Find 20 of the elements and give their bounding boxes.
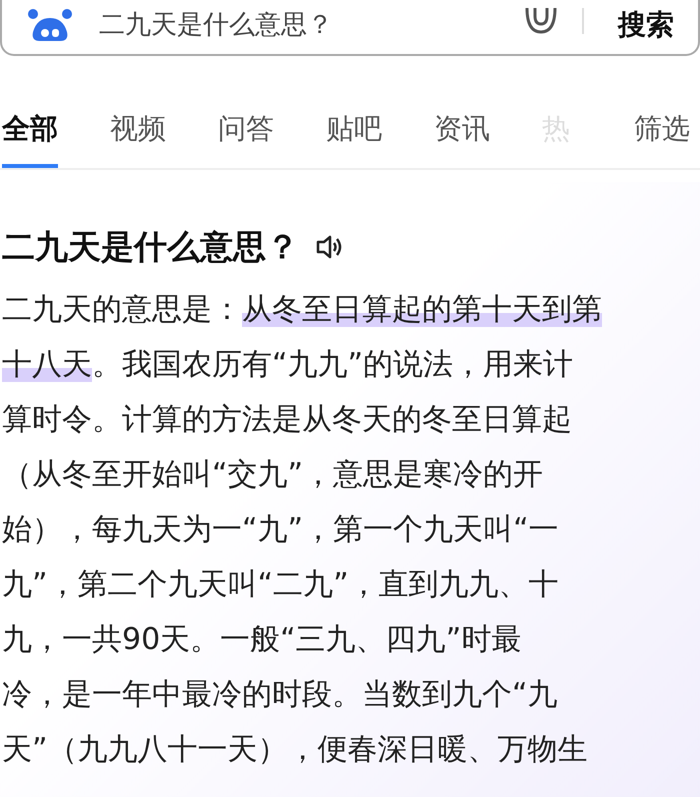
- answer-text-line: 冷，是一年中最冷的时段。当数到九个“九: [2, 676, 559, 714]
- answer-text-line: 十八天。我国农历有“九九”的说法，用来计: [2, 346, 574, 384]
- search-button[interactable]: 搜索: [618, 8, 674, 42]
- answer-text-line: 九，一共90天。一般“三九、四九”时最: [2, 621, 522, 659]
- answer-text-line: 九”，第二个九天叫“二九”，直到九九、十: [2, 566, 560, 604]
- answer-title: 二九天是什么意思？: [2, 226, 299, 268]
- answer-text-line: 始），每九天为一“九”，第一个九天叫“一: [2, 511, 560, 549]
- answer-text-line: （从冬至开始叫“交九”，意思是寒冷的开: [2, 456, 544, 494]
- answer-text-line: 天”（九九八十一天），便春深日暖、万物生: [2, 731, 589, 769]
- tab[interactable]: 问答: [218, 100, 274, 168]
- tab[interactable]: 视频: [110, 100, 166, 168]
- paw-logo-icon: [27, 8, 73, 42]
- answer-text-line: 算时令。计算的方法是从冬天的冬至日算起: [2, 401, 573, 439]
- microphone-icon[interactable]: [524, 8, 558, 36]
- search-query[interactable]: 二九天是什么意思？: [99, 8, 333, 42]
- answer-text-line: 二九天的意思是：从冬至日算起的第十天到第: [2, 291, 603, 329]
- tab[interactable]: 贴吧: [326, 100, 382, 168]
- tab[interactable]: 资讯: [434, 100, 490, 168]
- speaker-icon[interactable]: [315, 234, 343, 260]
- tab[interactable]: 全部: [2, 100, 58, 168]
